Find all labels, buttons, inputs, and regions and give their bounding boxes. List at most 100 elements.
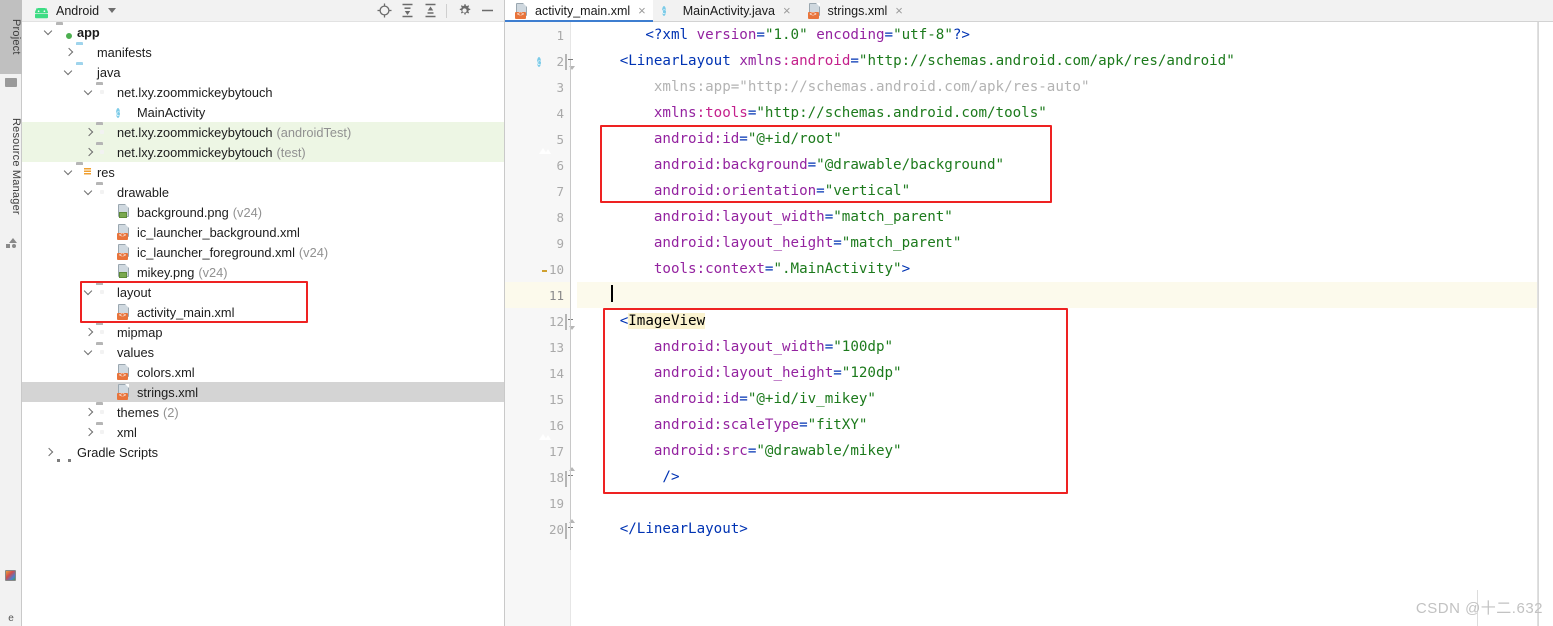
chevron-open-icon[interactable]: [82, 286, 95, 299]
tree-node-gradle-scripts[interactable]: Gradle Scripts: [22, 442, 504, 462]
expand-all-icon[interactable]: [396, 1, 418, 21]
code-line-8[interactable]: android:layout_width="match_parent": [577, 204, 1537, 230]
gutter-line-1[interactable]: 1: [505, 22, 570, 48]
editor-gutter[interactable]: 1 2 c 3 4 5 6 7 8 9 10 11 12 13 14 15 16 17 18 19 20: [505, 22, 575, 626]
editor-tab-activity-main-xml[interactable]: <> activity_main.xml ×: [505, 0, 653, 22]
tree-node-mipmap[interactable]: mipmap: [22, 322, 504, 342]
tree-node-mainactivity[interactable]: c MainActivity: [22, 102, 504, 122]
gutter-line-18[interactable]: 18: [505, 464, 575, 490]
code-line-11[interactable]: [577, 282, 1537, 308]
close-icon[interactable]: ×: [783, 4, 791, 17]
gutter-line-19[interactable]: 19: [505, 490, 570, 516]
tree-node-net-lxy-zoommickeybytouch[interactable]: net.lxy.zoommickeybytouch: [22, 82, 504, 102]
collapse-all-icon[interactable]: [419, 1, 441, 21]
tool-tab-project[interactable]: Project: [0, 0, 22, 74]
code-line-6[interactable]: android:background="@drawable/background…: [577, 152, 1537, 178]
tree-node-net-lxy-zoommickeybytouch[interactable]: net.lxy.zoommickeybytouch (test): [22, 142, 504, 162]
gutter-line-9[interactable]: 9: [505, 230, 570, 256]
code-line-5[interactable]: android:id="@+id/root": [577, 126, 1537, 152]
code-line-9[interactable]: android:layout_height="match_parent": [577, 230, 1537, 256]
close-icon[interactable]: ×: [895, 4, 903, 17]
tree-node-layout[interactable]: layout: [22, 282, 504, 302]
image-preview-icon[interactable]: [537, 443, 553, 459]
code-line-10[interactable]: tools:context=".MainActivity">: [577, 256, 1537, 282]
code-line-15[interactable]: android:id="@+id/iv_mikey": [577, 386, 1537, 412]
tree-node-net-lxy-zoommickeybytouch[interactable]: net.lxy.zoommickeybytouch (androidTest): [22, 122, 504, 142]
gutter-line-17[interactable]: 17: [505, 438, 570, 464]
code-line-17[interactable]: android:src="@drawable/mikey": [577, 438, 1537, 464]
code-line-19[interactable]: [577, 490, 1537, 516]
gutter-line-12[interactable]: 12: [505, 308, 575, 334]
image-preview-icon[interactable]: [537, 157, 553, 173]
gutter-line-13[interactable]: 13: [505, 334, 570, 360]
code-line-7[interactable]: android:orientation="vertical": [577, 178, 1537, 204]
code-line-16[interactable]: android:scaleType="fitXY": [577, 412, 1537, 438]
gutter-line-2[interactable]: 2c: [505, 48, 575, 74]
tree-node-mikey-png[interactable]: mikey.png (v24): [22, 262, 504, 282]
tree-node-res[interactable]: res: [22, 162, 504, 182]
gutter-line-16[interactable]: 16: [505, 412, 570, 438]
tree-node-java[interactable]: java: [22, 62, 504, 82]
tree-node-strings-xml[interactable]: <> strings.xml: [22, 382, 504, 402]
gutter-line-10[interactable]: 10: [505, 256, 570, 282]
chevron-open-icon[interactable]: [82, 186, 95, 199]
app-launcher-icon[interactable]: [5, 570, 16, 581]
gutter-line-11[interactable]: 11: [505, 282, 570, 308]
tree-node-manifests[interactable]: manifests: [22, 42, 504, 62]
gutter-line-5[interactable]: 5: [505, 126, 570, 152]
gutter-line-15[interactable]: 15: [505, 386, 570, 412]
tree-node-xml[interactable]: xml: [22, 422, 504, 442]
chevron-closed-icon[interactable]: [82, 126, 95, 139]
chevron-closed-icon[interactable]: [82, 326, 95, 339]
code-line-3[interactable]: xmlns:app="http://schemas.android.com/ap…: [577, 74, 1537, 100]
intention-bulb-icon[interactable]: [537, 261, 553, 277]
chevron-open-icon[interactable]: [62, 66, 75, 79]
chevron-closed-icon[interactable]: [82, 146, 95, 159]
editor-right-rail[interactable]: [1537, 22, 1553, 626]
code-line-12[interactable]: <ImageView: [577, 308, 1537, 334]
project-tree[interactable]: app manifests java net.lxy.zoommickeybytouc…: [22, 22, 504, 626]
tree-node-background-png[interactable]: background.png (v24): [22, 202, 504, 222]
editor-tab-strings-xml[interactable]: <> strings.xml ×: [797, 0, 910, 21]
chevron-closed-icon[interactable]: [82, 426, 95, 439]
code-line-20[interactable]: </LinearLayout>: [577, 516, 1537, 542]
chevron-open-icon[interactable]: [62, 166, 75, 179]
tool-tab-resource-manager[interactable]: Resource Manager: [0, 100, 22, 232]
chevron-open-icon[interactable]: [82, 86, 95, 99]
tree-node-themes[interactable]: themes (2): [22, 402, 504, 422]
code-line-14[interactable]: android:layout_height="120dp": [577, 360, 1537, 386]
code-line-4[interactable]: xmlns:tools="http://schemas.android.com/…: [577, 100, 1537, 126]
minimize-icon[interactable]: [476, 1, 498, 21]
gutter-line-6[interactable]: 6: [505, 152, 570, 178]
gutter-line-7[interactable]: 7: [505, 178, 570, 204]
code-line-2[interactable]: <LinearLayout xmlns:android="http://sche…: [577, 48, 1537, 74]
chevron-closed-icon[interactable]: [82, 406, 95, 419]
gutter-line-8[interactable]: 8: [505, 204, 570, 230]
java-class-icon[interactable]: c: [537, 53, 553, 69]
gutter-line-4[interactable]: 4: [505, 100, 570, 126]
tree-node-activity-main-xml[interactable]: <> activity_main.xml: [22, 302, 504, 322]
tree-node-ic-launcher-foreground-xml[interactable]: <> ic_launcher_foreground.xml (v24): [22, 242, 504, 262]
tree-node-colors-xml[interactable]: <> colors.xml: [22, 362, 504, 382]
locate-in-tree-icon[interactable]: [373, 1, 395, 21]
chevron-open-icon[interactable]: [82, 346, 95, 359]
code-line-1[interactable]: <?xml version="1.0" encoding="utf-8"?>: [577, 22, 1537, 48]
settings-gear-icon[interactable]: [453, 1, 475, 21]
gutter-line-20[interactable]: 20: [505, 516, 575, 542]
editor-tab-mainactivity-java[interactable]: c MainActivity.java ×: [652, 0, 798, 21]
code-line-18[interactable]: />: [577, 464, 1537, 490]
tree-node-drawable[interactable]: drawable: [22, 182, 504, 202]
code-line-13[interactable]: android:layout_width="100dp": [577, 334, 1537, 360]
chevron-open-icon[interactable]: [42, 26, 55, 39]
code-content[interactable]: <?xml version="1.0" encoding="utf-8"?> <…: [571, 22, 1537, 626]
chevron-closed-icon[interactable]: [62, 46, 75, 59]
chevron-closed-icon[interactable]: [42, 446, 55, 459]
chevron-down-icon[interactable]: [108, 8, 117, 13]
close-icon[interactable]: ×: [638, 4, 646, 17]
tree-node-ic-launcher-background-xml[interactable]: <> ic_launcher_background.xml: [22, 222, 504, 242]
tree-node-values[interactable]: values: [22, 342, 504, 362]
gutter-line-14[interactable]: 14: [505, 360, 570, 386]
tree-node-app[interactable]: app: [22, 22, 504, 42]
gutter-line-3[interactable]: 3: [505, 74, 570, 100]
